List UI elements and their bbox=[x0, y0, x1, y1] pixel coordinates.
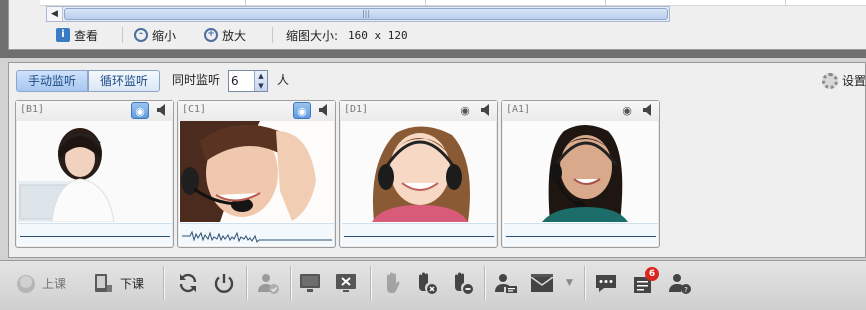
student-card[interactable]: [A1] ◉ bbox=[501, 100, 660, 248]
speaker-icon[interactable] bbox=[157, 103, 167, 117]
student-label: [C1] bbox=[182, 104, 207, 115]
speaker-icon[interactable] bbox=[643, 103, 653, 117]
hand-minus-icon bbox=[455, 272, 473, 294]
chat-button[interactable] bbox=[594, 268, 618, 298]
student-label: [D1] bbox=[344, 104, 369, 115]
user-check-button[interactable] bbox=[256, 268, 280, 298]
card-header: [B1] ◉ bbox=[16, 101, 173, 121]
thumb-size-label: 缩图大小: bbox=[286, 28, 339, 43]
camera-icon[interactable]: ◉ bbox=[618, 102, 636, 119]
scrollbar-thumb[interactable]: ||| bbox=[64, 8, 668, 20]
envelope-icon bbox=[530, 274, 554, 292]
zoom-in-icon: + bbox=[204, 28, 218, 42]
speaker-icon[interactable] bbox=[319, 103, 329, 117]
user-card-button[interactable] bbox=[494, 268, 518, 298]
persons-label: 人 bbox=[277, 73, 290, 87]
zoom-in-label: 放大 bbox=[222, 28, 247, 43]
thumb-size-readout: 缩图大小: 160 x 120 bbox=[286, 26, 408, 44]
camera-icon[interactable]: ◉ bbox=[293, 102, 311, 119]
tab-cycle-monitor[interactable]: 循环监听 bbox=[88, 70, 160, 92]
thumbnail-toolbar: i 查看 - 缩小 + 放大 缩图大小: 160 x 120 bbox=[46, 24, 866, 46]
start-class-button[interactable]: 上课 bbox=[14, 268, 66, 298]
simultaneous-count-value[interactable]: 6 bbox=[231, 73, 239, 89]
refresh-button[interactable] bbox=[176, 268, 200, 298]
message-button[interactable]: 6 bbox=[632, 267, 659, 298]
thumb-size-value: 160 x 120 bbox=[348, 28, 408, 42]
speaker-icon[interactable] bbox=[481, 103, 491, 117]
start-class-label: 上课 bbox=[42, 276, 67, 291]
user-check-icon bbox=[258, 274, 279, 294]
student-card[interactable]: [C1] ◉ bbox=[177, 100, 336, 248]
black-screen-icon bbox=[336, 274, 356, 292]
hand-cancel-icon bbox=[419, 272, 437, 294]
monitor-button[interactable] bbox=[298, 268, 322, 298]
audio-level-meter bbox=[18, 223, 172, 245]
message-count-badge: 6 bbox=[645, 267, 659, 281]
hand-cancel-button[interactable] bbox=[414, 268, 438, 298]
power-icon bbox=[214, 274, 234, 293]
zoom-out-label: 缩小 bbox=[152, 28, 177, 43]
raise-hand-icon bbox=[387, 272, 400, 293]
spinner-arrows[interactable]: ▲ ▼ bbox=[254, 71, 267, 91]
student-label: [B1] bbox=[20, 104, 45, 115]
envelope-dropdown-button[interactable]: ▼ bbox=[566, 268, 573, 298]
envelope-button[interactable] bbox=[530, 268, 554, 298]
user-card-icon bbox=[495, 274, 517, 293]
hand-minus-button[interactable] bbox=[450, 268, 474, 298]
view-info-icon: i bbox=[56, 28, 70, 42]
student-label: [A1] bbox=[506, 104, 531, 115]
chevron-down-icon: ▼ bbox=[566, 278, 573, 288]
raise-hand-button[interactable] bbox=[380, 268, 404, 298]
end-class-label: 下课 bbox=[120, 276, 145, 291]
monitor-icon bbox=[300, 274, 320, 292]
student-card[interactable]: [B1] ◉ bbox=[15, 100, 174, 248]
end-class-icon bbox=[95, 274, 112, 292]
student-video bbox=[342, 121, 496, 222]
student-video bbox=[180, 121, 334, 222]
student-video bbox=[504, 121, 658, 222]
user-help-icon: ? bbox=[669, 274, 691, 294]
refresh-icon bbox=[179, 273, 197, 293]
simultaneous-count-spinner[interactable]: 6 ▲ ▼ bbox=[228, 70, 268, 92]
start-class-icon bbox=[17, 275, 35, 293]
view-label: 查看 bbox=[74, 28, 99, 43]
audio-level-meter bbox=[180, 223, 334, 245]
chat-icon bbox=[596, 275, 616, 292]
camera-icon[interactable]: ◉ bbox=[456, 102, 474, 119]
scroll-left-button[interactable]: ◀ bbox=[47, 7, 63, 21]
settings-label: 设置 bbox=[842, 74, 866, 88]
card-header: [C1] ◉ bbox=[178, 101, 335, 121]
view-button[interactable]: i 查看 bbox=[56, 26, 98, 44]
horizontal-scrollbar[interactable]: ◀ ||| bbox=[46, 6, 670, 22]
card-header: [D1] ◉ bbox=[340, 101, 497, 121]
simultaneous-label: 同时监听 bbox=[172, 73, 221, 87]
settings-button[interactable]: 设置 bbox=[822, 72, 866, 89]
audio-level-meter bbox=[504, 223, 658, 245]
card-header: [A1] ◉ bbox=[502, 101, 659, 121]
tab-manual-monitor[interactable]: 手动监听 bbox=[16, 70, 88, 92]
zoom-out-button[interactable]: - 缩小 bbox=[134, 26, 176, 44]
student-video bbox=[18, 121, 172, 222]
zoom-in-button[interactable]: + 放大 bbox=[204, 26, 246, 44]
audio-level-meter bbox=[342, 223, 496, 245]
black-screen-button[interactable] bbox=[334, 268, 358, 298]
student-card[interactable]: [D1] ◉ bbox=[339, 100, 498, 248]
gear-icon bbox=[822, 72, 838, 89]
user-help-button[interactable]: ? bbox=[668, 268, 692, 298]
end-class-button[interactable]: 下课 bbox=[92, 268, 144, 298]
camera-icon[interactable]: ◉ bbox=[131, 102, 149, 119]
svg-text:?: ? bbox=[684, 286, 688, 294]
zoom-out-icon: - bbox=[134, 28, 148, 42]
power-button[interactable] bbox=[212, 268, 236, 298]
